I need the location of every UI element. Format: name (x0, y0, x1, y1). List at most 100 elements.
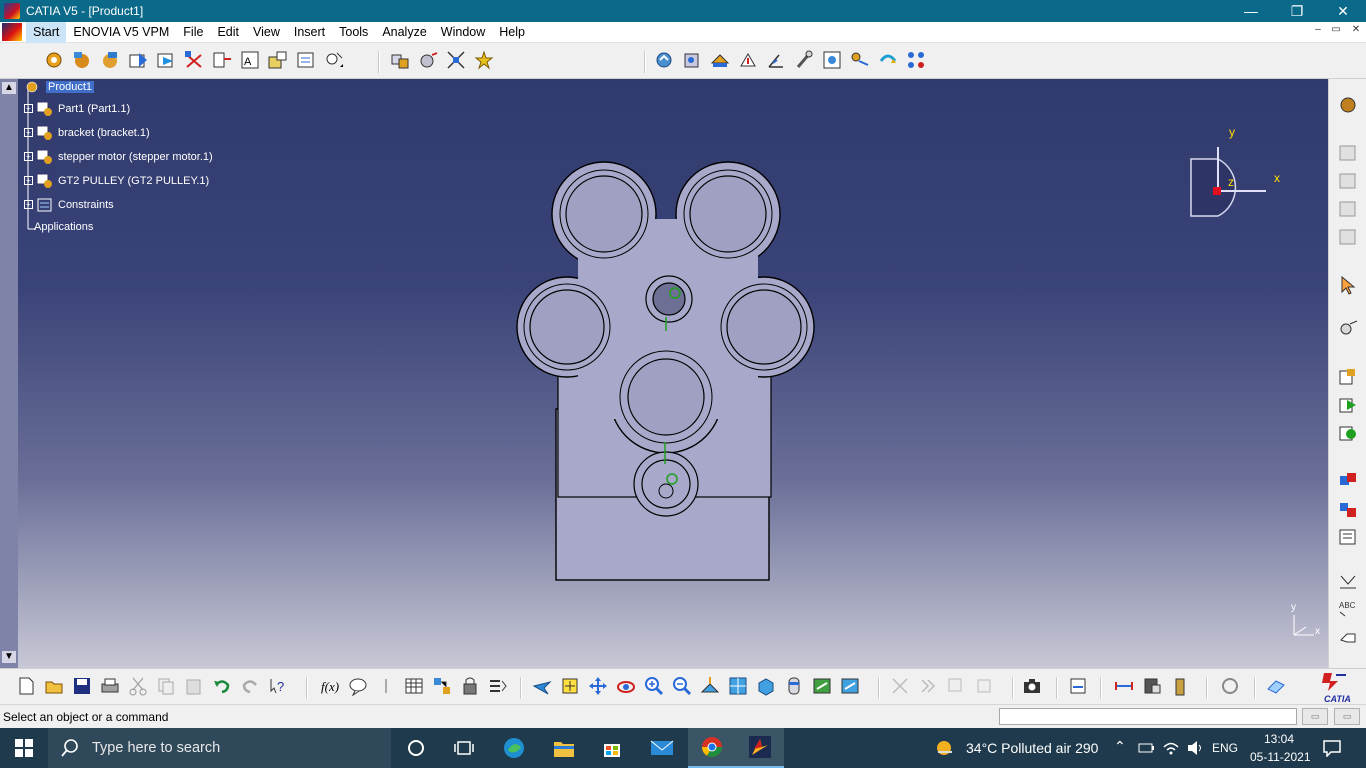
status-button-1[interactable]: ▭ (1302, 708, 1328, 725)
insert-new-part-icon[interactable] (1336, 393, 1360, 417)
menu-view[interactable]: View (246, 22, 287, 43)
product-structure-icon[interactable] (1336, 141, 1360, 165)
cad-part-model[interactable] (508, 159, 828, 609)
weather-icon[interactable] (934, 738, 956, 761)
whats-this-help-icon[interactable]: ? (266, 674, 290, 698)
measure-between-icon[interactable] (1112, 674, 1136, 698)
quick-constraint-icon[interactable] (848, 48, 872, 72)
tree-item-bracket[interactable]: bracket (bracket.1) (36, 125, 150, 141)
fit-all-in-icon[interactable] (558, 674, 582, 698)
doc-restore-button[interactable]: ▭ (1328, 24, 1344, 35)
menu-file[interactable]: File (176, 22, 210, 43)
multi-instantiation-icon[interactable] (322, 48, 346, 72)
open-folder-icon[interactable] (42, 674, 66, 698)
cycle-icon[interactable] (1218, 674, 1242, 698)
hide-show-icon[interactable] (810, 674, 834, 698)
new-product-icon[interactable] (98, 48, 122, 72)
zoom-in-icon[interactable] (642, 674, 666, 698)
tray-overflow-chevron-icon[interactable]: ⌃ (1114, 738, 1126, 755)
disabled-tool-1-icon[interactable] (888, 674, 912, 698)
plane-icon[interactable] (1264, 674, 1288, 698)
angle-constraint-icon[interactable] (764, 48, 788, 72)
print-icon[interactable] (98, 674, 122, 698)
tree-root-product1[interactable]: Product1 (24, 79, 95, 95)
file-explorer-icon[interactable] (540, 728, 588, 768)
normal-view-icon[interactable] (698, 674, 722, 698)
zoom-out-icon[interactable] (670, 674, 694, 698)
manipulation-icon[interactable] (416, 48, 440, 72)
windows-start-button[interactable] (0, 728, 48, 768)
formula-icon[interactable]: f(x) (318, 674, 342, 698)
isometric-view-icon[interactable] (754, 674, 778, 698)
new-component-icon[interactable] (70, 48, 94, 72)
scroll-up-arrow-icon[interactable]: ▲ (2, 82, 16, 94)
expand-bracket-icon[interactable]: + (24, 128, 33, 137)
reuse-pattern-icon[interactable] (904, 48, 928, 72)
scroll-down-arrow-icon[interactable]: ▼ (2, 651, 16, 663)
coincidence-constraint-icon[interactable] (680, 48, 704, 72)
tree-item-constraints[interactable]: Constraints (36, 197, 114, 213)
knowledge-icon[interactable] (346, 674, 370, 698)
measure-icon[interactable] (1066, 674, 1090, 698)
fly-mode-icon[interactable] (530, 674, 554, 698)
workbench-gear-icon[interactable] (1336, 93, 1360, 117)
task-view-cortana-icon[interactable] (392, 728, 440, 768)
fix-component-icon[interactable] (792, 48, 816, 72)
catia-logo-icon[interactable] (2, 23, 22, 41)
tree-item-applications[interactable]: Applications (34, 221, 93, 233)
shading-icon[interactable] (782, 674, 806, 698)
explode-icon[interactable] (388, 48, 412, 72)
sectioning-icon[interactable] (1336, 525, 1360, 549)
edge-browser-icon[interactable] (490, 728, 538, 768)
sketcher-icon[interactable] (1336, 317, 1360, 341)
text-annotation-icon[interactable]: ABC (1336, 595, 1360, 619)
select-arrow-icon[interactable] (1336, 273, 1360, 297)
new-file-icon[interactable] (14, 674, 38, 698)
multi-view-icon[interactable] (726, 674, 750, 698)
manage-representations-icon[interactable] (294, 48, 318, 72)
status-button-2[interactable]: ▭ (1334, 708, 1360, 725)
graph-tree-reorder-icon[interactable] (210, 48, 234, 72)
measure-item-icon[interactable] (1140, 674, 1164, 698)
capture-camera-icon[interactable] (1020, 674, 1044, 698)
annotation-icon[interactable] (1336, 569, 1360, 593)
tree-scrollbar[interactable]: ▲ ▼ (0, 79, 18, 668)
expand-stepper-motor-icon[interactable]: + (24, 152, 33, 161)
insert-new-product-icon[interactable] (1336, 421, 1360, 445)
clock-date[interactable]: 05-11-2021 (1250, 750, 1311, 764)
copy-icon[interactable] (154, 674, 178, 698)
catia-taskbar-icon[interactable] (736, 728, 784, 768)
flag-note-icon[interactable] (1336, 625, 1360, 649)
menu-analyze[interactable]: Analyze (375, 22, 433, 43)
disabled-tool-3-icon[interactable] (944, 674, 968, 698)
product-gear-icon[interactable] (42, 48, 66, 72)
notification-center-icon[interactable] (1322, 739, 1342, 760)
expand-constraints-icon[interactable]: + (24, 200, 33, 209)
parameter-explorer-icon[interactable] (486, 674, 510, 698)
flexible-rigid-icon[interactable] (876, 48, 900, 72)
close-button[interactable]: ✕ (1320, 0, 1366, 22)
battery-icon[interactable] (1138, 741, 1156, 758)
component-icon[interactable] (1336, 169, 1360, 193)
generate-numbering-icon[interactable]: A (238, 48, 262, 72)
contact-constraint-icon[interactable] (708, 48, 732, 72)
minimize-button[interactable]: — (1228, 0, 1274, 22)
save-icon[interactable] (70, 674, 94, 698)
volume-icon[interactable] (1186, 740, 1204, 759)
input-language[interactable]: ENG (1212, 741, 1238, 755)
publish-icon[interactable] (458, 674, 482, 698)
menu-insert[interactable]: Insert (287, 22, 332, 43)
swap-visible-space-icon[interactable] (838, 674, 862, 698)
snap-icon[interactable] (444, 48, 468, 72)
clock-time[interactable]: 13:04 (1264, 732, 1294, 746)
design-table-icon[interactable] (402, 674, 426, 698)
cut-icon[interactable] (126, 674, 150, 698)
expand-gt2-pulley-icon[interactable]: + (24, 176, 33, 185)
replace-component-icon[interactable] (182, 48, 206, 72)
command-input[interactable] (999, 708, 1297, 725)
menu-help[interactable]: Help (492, 22, 532, 43)
pan-icon[interactable] (586, 674, 610, 698)
fix-together-icon[interactable] (820, 48, 844, 72)
tree-item-part1[interactable]: Part1 (Part1.1) (36, 101, 130, 117)
task-view-icon[interactable] (440, 728, 488, 768)
